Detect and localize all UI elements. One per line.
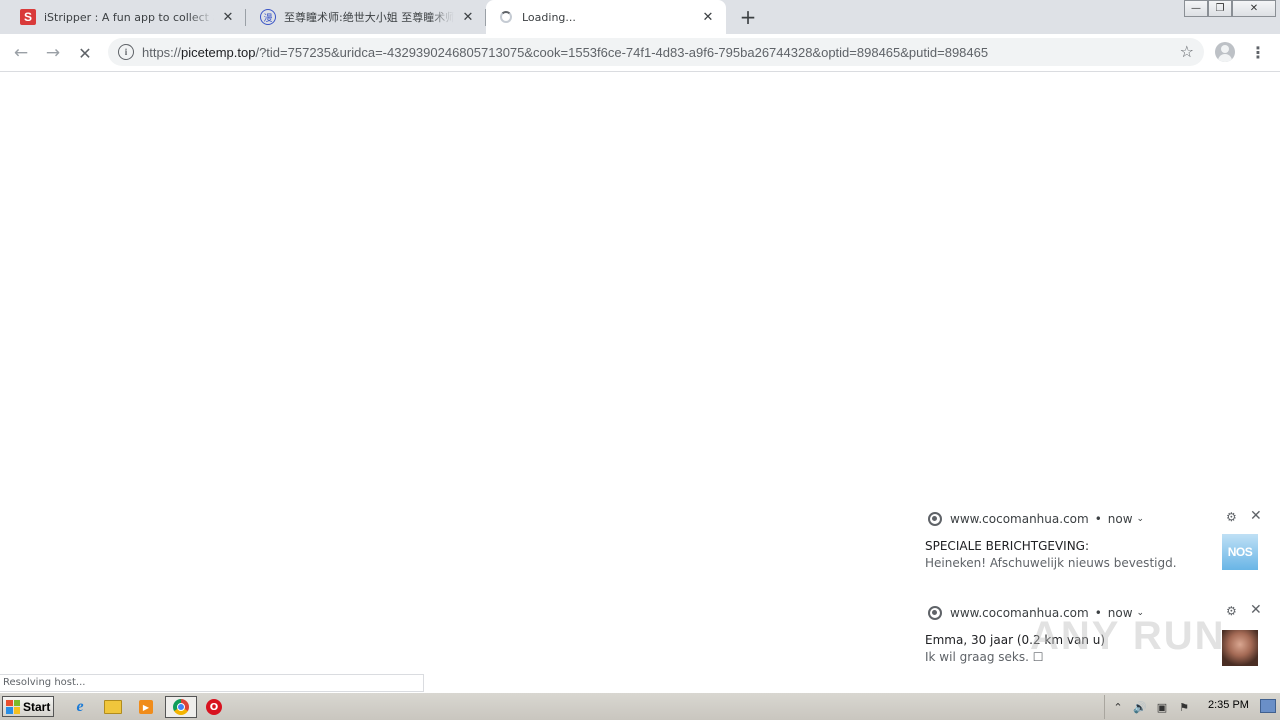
chrome-icon: [928, 606, 942, 620]
notification-card[interactable]: www.cocomanhua.com • now ⌄ ⚙ ✕ SPECIALE …: [912, 506, 1274, 586]
notification-close-icon[interactable]: ✕: [1250, 508, 1262, 524]
taskbar-clock[interactable]: 2:35 PM: [1208, 699, 1249, 711]
tab-close-icon[interactable]: ✕: [460, 9, 476, 25]
notification-header: www.cocomanhua.com • now ⌄: [928, 512, 1144, 526]
chevron-down-icon[interactable]: ⌄: [1137, 514, 1145, 524]
tab-title: Loading...: [522, 10, 576, 24]
site-info-icon[interactable]: i: [118, 44, 134, 60]
show-desktop-icon[interactable]: [1260, 699, 1276, 713]
separator-dot: •: [1094, 512, 1102, 526]
file-explorer-icon[interactable]: [103, 697, 123, 717]
notification-thumbnail: NOS: [1222, 534, 1258, 570]
tab-istripper[interactable]: S iStripper : A fun app to collect and w…: [0, 0, 246, 34]
opera-icon[interactable]: O: [204, 697, 224, 717]
system-tray: ⌃ 🔊 ▣ ⚑: [1104, 695, 1280, 719]
tab-strip: S iStripper : A fun app to collect and w…: [0, 0, 1280, 34]
notification-settings-gear-icon[interactable]: ⚙: [1226, 510, 1237, 524]
notification-close-icon[interactable]: ✕: [1250, 602, 1262, 618]
tab-close-icon[interactable]: ✕: [700, 9, 716, 25]
status-bubble: Resolving host...: [0, 674, 424, 692]
istripper-favicon-icon: S: [20, 9, 36, 25]
tab-title: iStripper : A fun app to collect and wat…: [44, 10, 214, 24]
windows-logo-icon: [6, 699, 20, 714]
start-label: Start: [23, 699, 51, 714]
back-button[interactable]: ←: [8, 40, 34, 66]
tab-cocomanhua[interactable]: 漫 至尊瞳术师:绝世大小姐 至尊瞳术师 ✕: [246, 0, 486, 34]
url-scheme: https://: [142, 44, 182, 60]
browser-toolbar: ← → ✕ i https://picetemp.top/?tid=757235…: [0, 34, 1280, 72]
new-tab-button[interactable]: +: [736, 5, 760, 29]
chrome-icon: [928, 512, 942, 526]
forward-button[interactable]: →: [40, 40, 66, 66]
tab-title: 至尊瞳术师:绝世大小姐 至尊瞳术师: [284, 11, 454, 24]
manhua-favicon-icon: 漫: [260, 9, 276, 25]
loading-spinner-icon: [498, 9, 514, 25]
page-viewport: [0, 72, 1280, 692]
address-bar[interactable]: i https://picetemp.top/?tid=757235&uridc…: [108, 38, 1204, 66]
notification-title: SPECIALE BERICHTGEVING:: [925, 539, 1090, 553]
show-hidden-icons-icon[interactable]: ⌃: [1109, 701, 1127, 714]
anyrun-watermark: ANY RUN: [1030, 614, 1226, 658]
start-button[interactable]: Start: [2, 696, 54, 717]
notification-body: Heineken! Afschuwelijk nieuws bevestigd.: [925, 556, 1177, 570]
action-center-flag-icon[interactable]: ⚑: [1175, 701, 1193, 714]
restore-button[interactable]: ❐: [1208, 0, 1232, 17]
chrome-icon[interactable]: [171, 697, 191, 717]
stop-loading-button[interactable]: ✕: [72, 40, 98, 66]
media-player-icon[interactable]: ▶: [136, 697, 156, 717]
browser-menu-icon[interactable]: ⋮: [1250, 41, 1266, 63]
profile-avatar-icon[interactable]: [1215, 42, 1235, 62]
tab-loading[interactable]: Loading... ✕: [486, 0, 726, 34]
notification-settings-gear-icon[interactable]: ⚙: [1226, 604, 1237, 618]
notification-body: Ik wil graag seks. ☐: [925, 650, 1044, 664]
nos-logo-text: NOS: [1227, 545, 1253, 559]
bookmark-star-icon[interactable]: ☆: [1180, 42, 1194, 61]
internet-explorer-icon[interactable]: e: [70, 697, 90, 717]
tab-close-icon[interactable]: ✕: [220, 9, 236, 25]
windows-taskbar: Start e ▶ O ⌃ 🔊 ▣ ⚑ 2:35 PM: [0, 692, 1280, 720]
window-close-button[interactable]: ✕: [1232, 0, 1276, 17]
network-icon[interactable]: ▣: [1153, 701, 1171, 714]
notification-source: www.cocomanhua.com: [950, 512, 1089, 526]
volume-icon[interactable]: 🔊: [1131, 701, 1149, 714]
url-text[interactable]: https://picetemp.top/?tid=757235&uridca=…: [142, 45, 1152, 60]
url-host: picetemp.top: [181, 44, 256, 60]
url-path: /?tid=757235&uridca=-4329390246805713075…: [255, 44, 989, 60]
minimize-button[interactable]: —: [1184, 0, 1208, 17]
notification-time: now: [1107, 512, 1133, 526]
notification-thumbnail: [1222, 630, 1258, 666]
